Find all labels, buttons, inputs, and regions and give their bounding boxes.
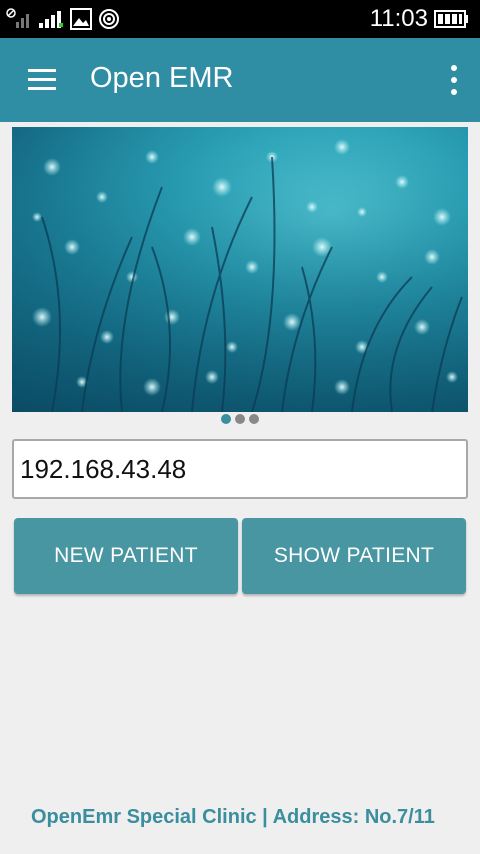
status-icons-left (6, 8, 120, 30)
page-indicator-dot[interactable] (235, 414, 245, 424)
battery-icon (434, 10, 468, 28)
status-bar: 11:03 (0, 0, 480, 38)
hamburger-menu-icon[interactable] (24, 60, 64, 100)
footer-text: OpenEmr Special Clinic | Address: No.7/1… (31, 806, 435, 828)
footer-marquee: OpenEmr Special Clinic | Address: No.7/1… (0, 800, 454, 836)
more-vert-icon[interactable] (442, 58, 466, 102)
app-bar: Open EMR (0, 38, 480, 122)
status-icons-right: 11:03 (370, 5, 470, 33)
show-patient-button[interactable]: SHOW PATIENT (242, 518, 466, 594)
image-icon (70, 8, 92, 30)
status-time: 11:03 (369, 5, 428, 32)
server-ip-input[interactable] (12, 439, 468, 499)
banner-image[interactable] (12, 127, 468, 412)
app-title: Open EMR (90, 62, 234, 94)
blocked-signal-icon (6, 8, 29, 28)
page-indicator (0, 414, 480, 424)
new-patient-button[interactable]: NEW PATIENT (14, 518, 238, 594)
wifi-hotspot-icon (99, 9, 119, 29)
signal-icon (39, 11, 63, 28)
page-indicator-dot[interactable] (221, 414, 231, 424)
page-indicator-dot[interactable] (249, 414, 259, 424)
water-drops-grass-image (12, 127, 468, 412)
